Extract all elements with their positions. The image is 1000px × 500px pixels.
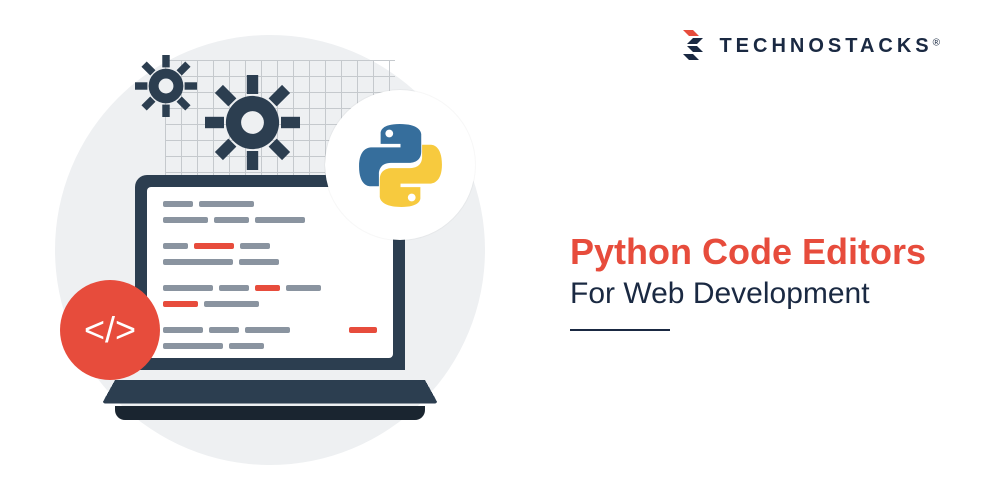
headline-block: Python Code Editors For Web Development: [570, 230, 926, 331]
code-line: [163, 259, 377, 265]
headline-underline: [570, 329, 670, 331]
code-line: [163, 301, 377, 307]
headline-secondary: For Web Development: [570, 277, 926, 311]
registered-symbol: ®: [933, 37, 940, 48]
code-line: [163, 343, 377, 349]
brand-text: TECHNOSTACKS: [719, 35, 932, 57]
code-line: [163, 243, 377, 249]
hero-illustration: </>: [30, 20, 510, 480]
logo-mark-icon: [677, 30, 709, 62]
headline-primary: Python Code Editors: [570, 230, 926, 273]
gear-icon: [135, 55, 197, 122]
code-symbol: </>: [84, 309, 136, 351]
code-badge-icon: </>: [60, 280, 160, 380]
code-line: [163, 327, 377, 333]
brand-name: TECHNOSTACKS®: [719, 35, 940, 58]
laptop-base: [115, 380, 425, 430]
code-line: [163, 217, 377, 223]
gear-icon: [205, 75, 300, 175]
code-line: [163, 285, 377, 291]
brand-logo: TECHNOSTACKS®: [677, 30, 940, 62]
python-badge-icon: [325, 90, 475, 240]
